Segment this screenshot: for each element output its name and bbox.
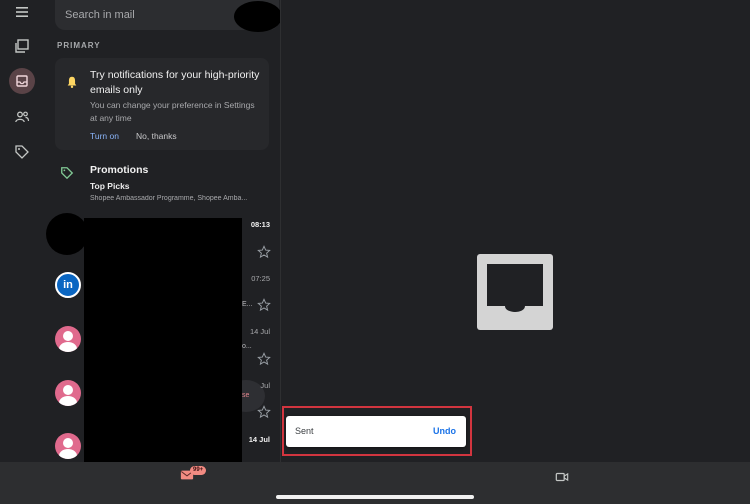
row-fragment: se: [242, 392, 250, 399]
sender-avatar: [55, 380, 81, 406]
linkedin-avatar: in: [55, 272, 81, 298]
social-icon[interactable]: [10, 105, 34, 129]
mail-list-pane: Search in mail PRIMARY Try notifications…: [45, 0, 281, 462]
search-placeholder: Search in mail: [65, 9, 135, 21]
home-indicator[interactable]: [276, 495, 474, 499]
row-date: 07:25: [251, 274, 270, 283]
tag-icon: [61, 167, 74, 180]
redacted-region: [84, 218, 242, 462]
bell-icon: [67, 76, 77, 89]
promotions-preview: Shopee Ambassador Programme, Shopee Amba…: [90, 195, 248, 202]
notification-description: You can change your preference in Settin…: [90, 100, 255, 123]
star-icon[interactable]: [257, 352, 271, 366]
unread-badge: 99+: [190, 466, 207, 475]
row-date: 14 Jul: [249, 327, 270, 336]
menu-icon[interactable]: [10, 0, 34, 24]
sender-avatar: [46, 213, 88, 255]
snackbar-message: Sent: [295, 426, 314, 436]
navigation-rail: [0, 0, 45, 462]
promotions-subtitle: Top Picks: [90, 181, 130, 191]
bottom-navigation: 99+: [0, 462, 750, 504]
row-date: 14 Jul: [248, 435, 270, 444]
inbox-empty-icon: [477, 254, 553, 330]
turn-on-button[interactable]: Turn on: [90, 131, 119, 141]
sender-avatar: [55, 326, 81, 352]
row-date: Jul: [260, 381, 270, 390]
all-inboxes-icon[interactable]: [10, 34, 34, 58]
detail-pane: [281, 0, 750, 462]
section-label: PRIMARY: [57, 41, 101, 50]
row-fragment: o...: [242, 343, 252, 350]
star-icon[interactable]: [257, 298, 271, 312]
video-icon[interactable]: [555, 470, 569, 484]
star-icon[interactable]: [257, 245, 271, 259]
notification-card: Try notifications for your high-priority…: [55, 58, 269, 150]
star-icon[interactable]: [257, 405, 271, 419]
undo-button[interactable]: Undo: [433, 426, 456, 436]
account-avatar[interactable]: [234, 1, 280, 32]
snackbar: Sent Undo: [286, 416, 466, 447]
row-date: 08:13: [250, 220, 270, 229]
promotions-title[interactable]: Promotions: [90, 164, 148, 176]
row-fragment: E...: [242, 301, 253, 308]
no-thanks-button[interactable]: No, thanks: [136, 131, 177, 141]
notification-title: Try notifications for your high-priority…: [90, 69, 260, 96]
sender-avatar: [55, 433, 81, 459]
tag-icon[interactable]: [10, 140, 34, 164]
primary-inbox-icon[interactable]: [9, 68, 35, 94]
